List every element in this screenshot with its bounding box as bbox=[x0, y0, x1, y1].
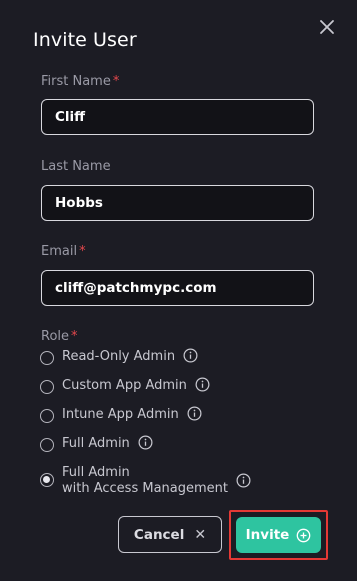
radio-button-checked[interactable] bbox=[40, 473, 54, 487]
close-icon[interactable] bbox=[316, 16, 338, 38]
email-label: Email * bbox=[41, 244, 86, 259]
radio-button[interactable] bbox=[40, 380, 54, 394]
role-option-label: Full Admin bbox=[62, 436, 130, 451]
cancel-button[interactable]: Cancel ✕ bbox=[118, 516, 222, 553]
info-icon[interactable] bbox=[183, 348, 198, 363]
role-option-full-admin-access-management[interactable]: Full Admin with Access Management bbox=[40, 465, 251, 497]
radio-button[interactable] bbox=[40, 409, 54, 423]
invite-button-label: Invite bbox=[245, 527, 290, 543]
plus-circle-icon bbox=[296, 528, 311, 542]
required-mark: * bbox=[112, 74, 120, 89]
invite-button[interactable]: Invite bbox=[236, 517, 321, 553]
role-label: Role * bbox=[41, 329, 78, 344]
role-option-label: Full Admin bbox=[62, 465, 130, 480]
email-input[interactable] bbox=[41, 270, 314, 306]
email-label-text: Email bbox=[41, 244, 78, 259]
info-icon[interactable] bbox=[187, 406, 202, 421]
role-label-text: Role bbox=[41, 329, 70, 344]
first-name-input[interactable] bbox=[41, 99, 314, 135]
required-mark: * bbox=[71, 329, 78, 344]
info-icon[interactable] bbox=[138, 435, 153, 450]
role-option-read-only-admin[interactable]: Read-Only Admin bbox=[40, 348, 198, 365]
required-mark: * bbox=[79, 244, 86, 259]
last-name-input[interactable] bbox=[41, 185, 314, 221]
role-option-label: Custom App Admin bbox=[62, 378, 187, 393]
invite-user-dialog: Invite User First Name* Last Name Email*… bbox=[0, 0, 357, 581]
dialog-title: Invite User bbox=[33, 29, 137, 51]
last-name-label-text: Last Name bbox=[41, 159, 111, 174]
role-option-custom-app-admin[interactable]: Custom App Admin bbox=[40, 377, 210, 394]
role-option-full-admin[interactable]: Full Admin bbox=[40, 435, 153, 452]
close-icon: ✕ bbox=[194, 526, 207, 543]
info-icon[interactable] bbox=[236, 473, 251, 488]
first-name-label-text: First Name bbox=[41, 74, 111, 89]
first-name-label: First Name * bbox=[41, 74, 119, 89]
role-option-label: Read-Only Admin bbox=[62, 349, 176, 364]
role-option-intune-app-admin[interactable]: Intune App Admin bbox=[40, 406, 202, 423]
info-icon[interactable] bbox=[195, 377, 210, 392]
radio-button[interactable] bbox=[40, 351, 54, 365]
role-option-label: Intune App Admin bbox=[62, 407, 179, 422]
cancel-button-label: Cancel bbox=[133, 526, 185, 543]
role-option-label-line2: with Access Management bbox=[62, 481, 228, 496]
radio-button[interactable] bbox=[40, 438, 54, 452]
last-name-label: Last Name bbox=[41, 159, 111, 174]
